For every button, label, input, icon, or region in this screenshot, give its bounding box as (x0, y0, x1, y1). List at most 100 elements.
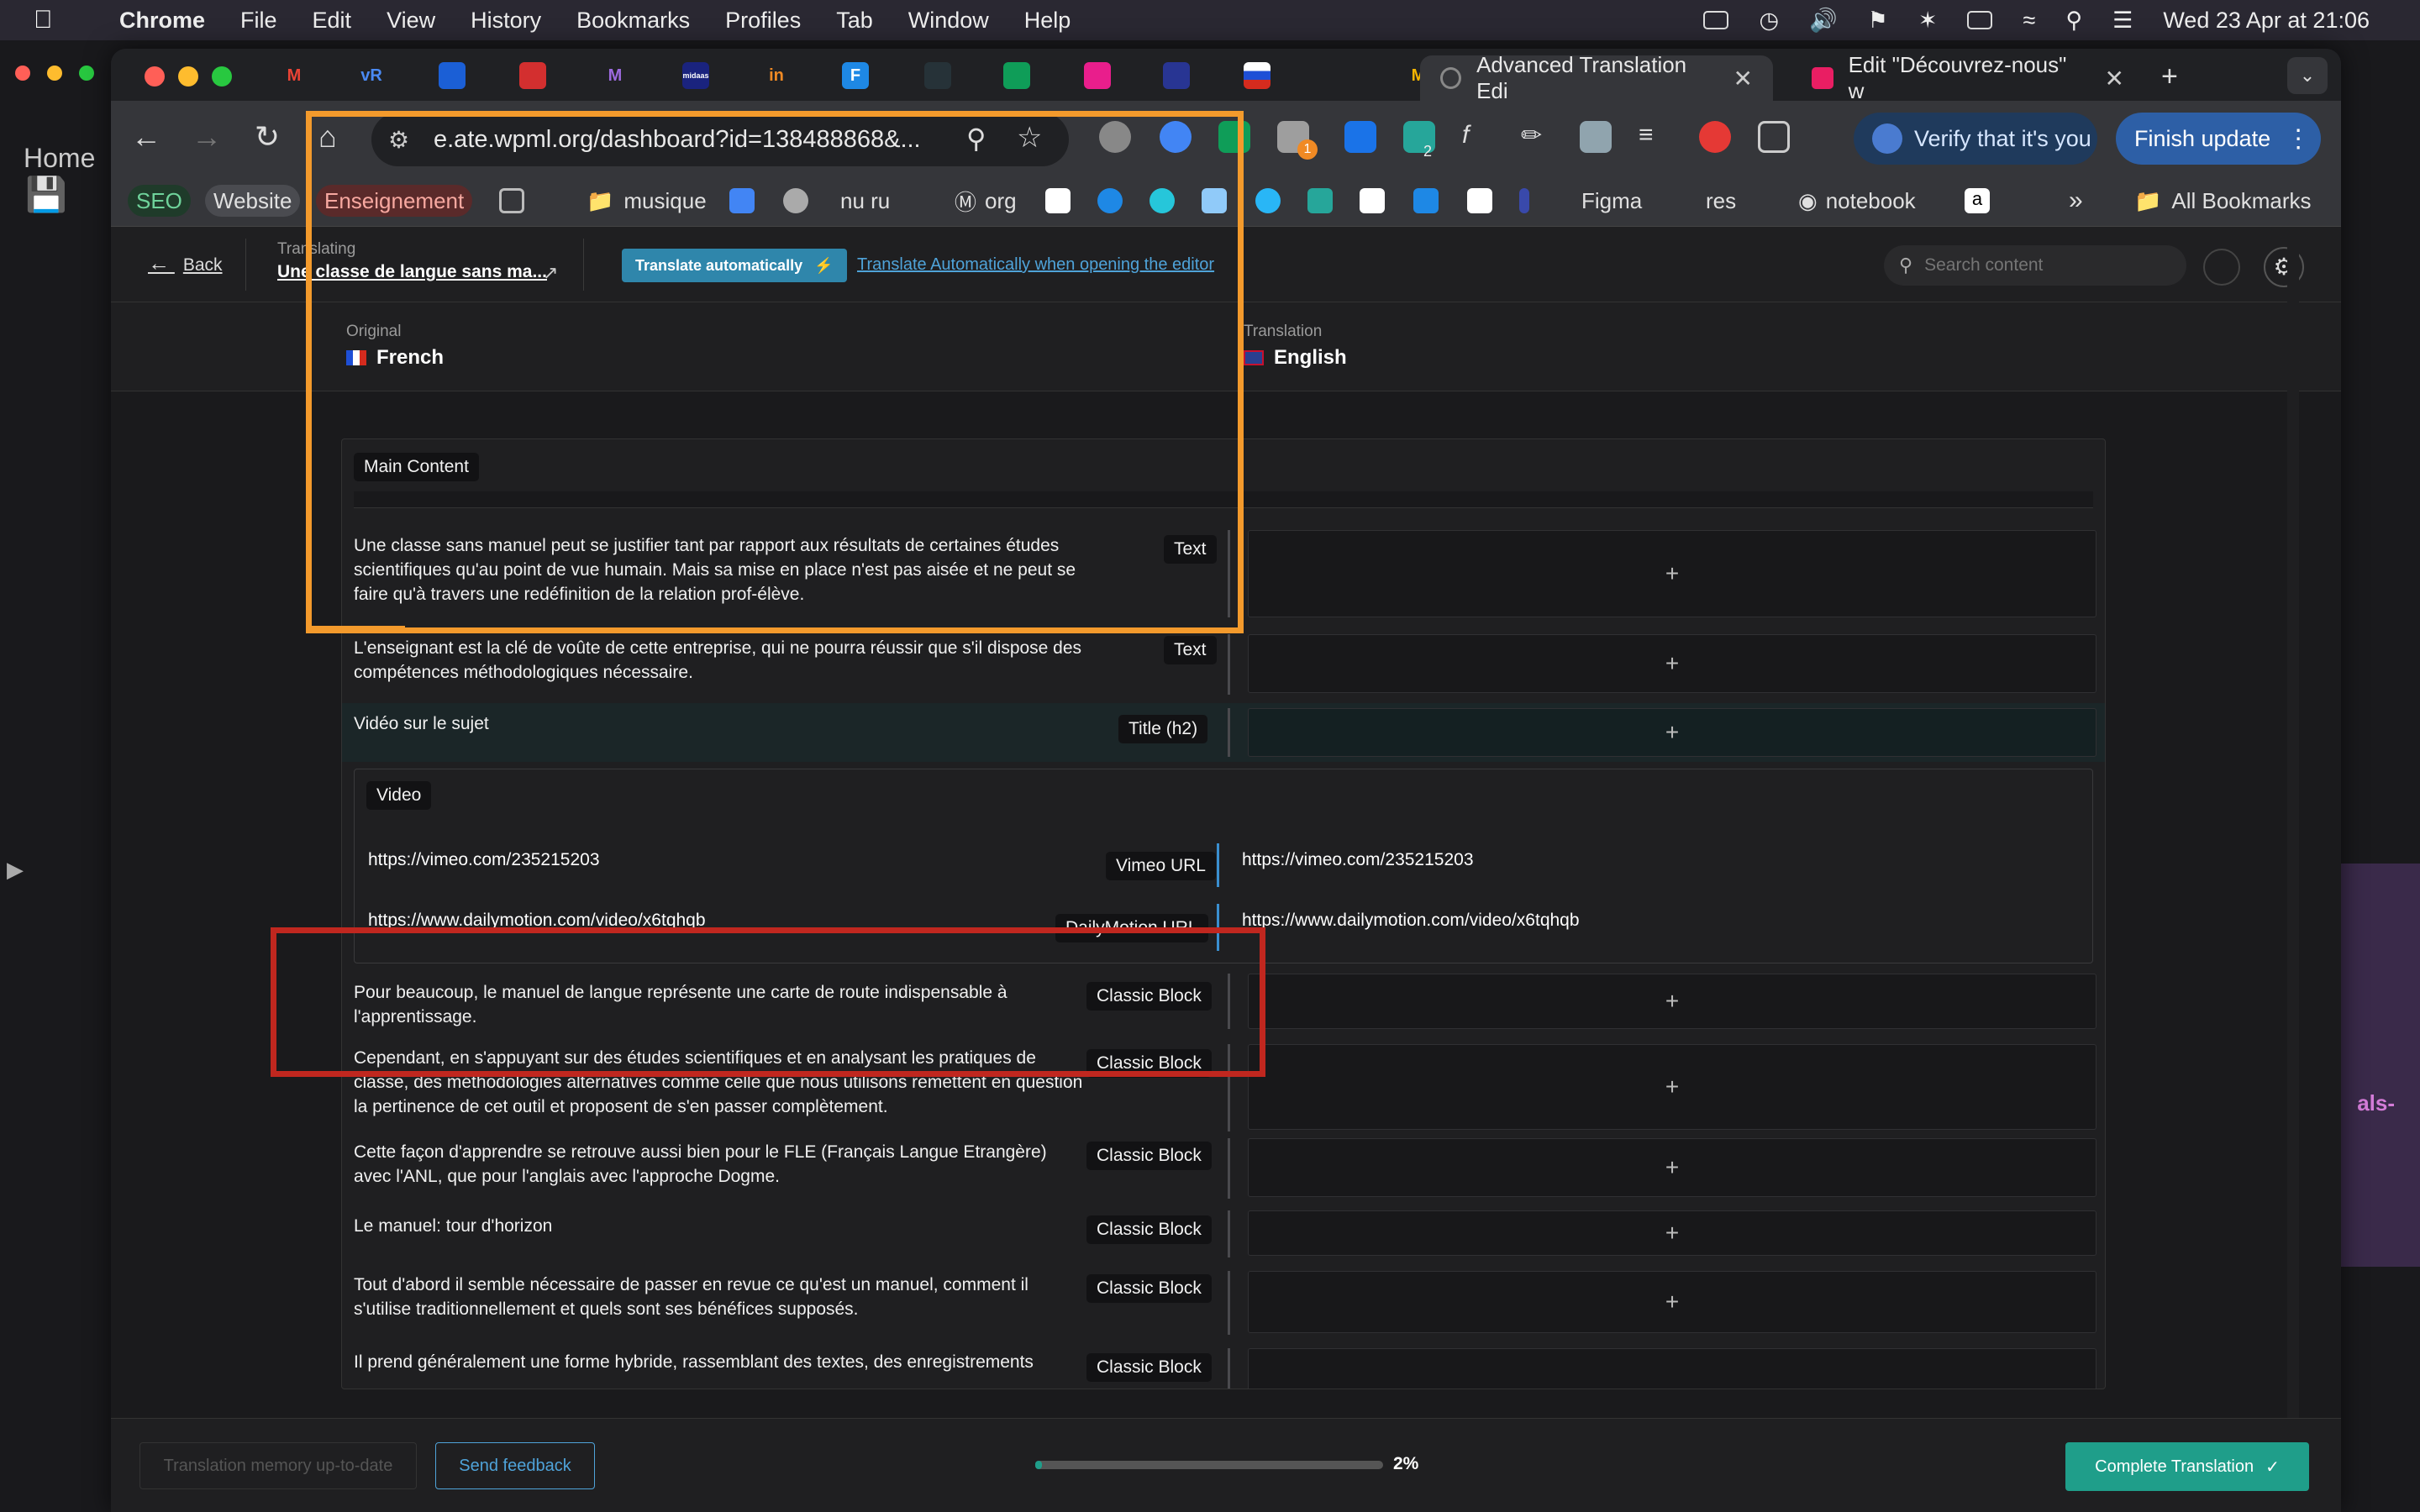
pinned-tab-sheets[interactable] (1003, 62, 1030, 89)
back-icon[interactable]: ← (128, 119, 165, 155)
source-text[interactable]: Il prend généralement une forme hybride,… (354, 1350, 1085, 1374)
menu-profiles[interactable]: Profiles (725, 8, 801, 34)
add-translation-icon[interactable]: + (1665, 650, 1679, 677)
screen-record-icon[interactable] (1703, 11, 1729, 29)
pinned-tab-swirl[interactable] (1324, 62, 1351, 89)
source-text[interactable]: Tout d'abord il semble nécessaire de pas… (354, 1273, 1085, 1321)
extension-image-icon[interactable] (1580, 121, 1612, 153)
pinned-tab-in[interactable]: in (763, 62, 790, 89)
spotlight-search-icon[interactable]: ⚲ (2065, 8, 2082, 34)
add-translation-icon[interactable]: + (1665, 560, 1679, 587)
translation-input[interactable]: + (1248, 634, 2096, 693)
more-bookmarks-icon[interactable]: » (2060, 185, 2091, 217)
translation-input[interactable]: + (1248, 1210, 2096, 1256)
pinned-tab-calendar[interactable] (1084, 62, 1111, 89)
add-translation-icon[interactable]: + (1665, 1220, 1679, 1247)
bookmark-ldf2-icon[interactable] (1467, 188, 1492, 213)
add-translation-icon[interactable]: + (1665, 1154, 1679, 1181)
status-indicator-icon[interactable] (2203, 249, 2240, 286)
add-translation-icon[interactable]: + (1665, 988, 1679, 1015)
scrollbar-track[interactable] (2287, 227, 2299, 1512)
translation-input[interactable]: + (1248, 1044, 2096, 1130)
menu-app-name[interactable]: Chrome (119, 8, 205, 34)
all-bookmarks-folder[interactable]: 📁 All Bookmarks (2126, 185, 2320, 217)
new-tab-button[interactable]: + (2161, 60, 2178, 93)
bookmark-house-icon[interactable] (1413, 188, 1439, 213)
tab-advanced-translation-editor[interactable]: Advanced Translation Edi ✕ (1420, 52, 1773, 103)
pinned-tab-red[interactable] (519, 62, 546, 89)
bluetooth-icon[interactable]: ✶ (1918, 8, 1938, 34)
extensions-puzzle-icon[interactable] (1758, 121, 1790, 153)
volume-icon[interactable]: 🔊 (1809, 7, 1838, 34)
bookmark-seo[interactable]: SEO (128, 185, 191, 217)
apple-icon[interactable]:  (34, 6, 59, 34)
source-text[interactable]: Vidéo sur le sujet (354, 711, 1085, 736)
add-translation-icon[interactable]: + (1665, 1289, 1679, 1315)
menu-history[interactable]: History (471, 8, 541, 34)
finish-update-button[interactable]: Finish update ⋮ (2116, 113, 2321, 165)
bookmark-l-icon[interactable] (1519, 188, 1529, 213)
menu-help[interactable]: Help (1024, 8, 1071, 34)
reload-icon[interactable]: ↻ (249, 119, 286, 155)
color-picker-icon[interactable]: ✏ (1521, 121, 1553, 153)
flag-icon[interactable]: ⚑ (1868, 8, 1888, 34)
extension-edit-icon[interactable] (1344, 121, 1376, 153)
pinned-tab-russian-flag[interactable] (1244, 62, 1270, 89)
menu-edit[interactable]: Edit (313, 8, 352, 34)
source-text[interactable]: https://vimeo.com/235215203 (368, 850, 600, 870)
pinned-tab-vr[interactable]: vR (358, 62, 385, 89)
source-text[interactable]: L'enseignant est la clé de voûte de cett… (354, 636, 1085, 685)
minimize-window-button[interactable] (178, 66, 198, 87)
close-tab-icon[interactable]: ✕ (1733, 65, 1753, 92)
translated-text[interactable]: https://www.dailymotion.com/video/x6tqhq… (1242, 911, 1580, 931)
bookmark-website[interactable]: Website (205, 185, 301, 217)
tab-edit-decouvrez-nous[interactable]: Edit "Découvrez-nous" w ✕ (1791, 52, 2144, 103)
zoom-window-button[interactable] (212, 66, 232, 87)
translated-text[interactable]: https://vimeo.com/235215203 (1242, 850, 1474, 870)
amazon-icon[interactable]: a (1965, 188, 1990, 213)
close-window-button[interactable] (145, 66, 165, 87)
control-center-icon[interactable]: ☰ (2112, 8, 2133, 34)
forward-icon[interactable]: → (188, 119, 225, 155)
translation-input[interactable]: + (1248, 1138, 2096, 1197)
pinned-tab-dropbox[interactable] (439, 62, 466, 89)
send-feedback-button[interactable]: Send feedback (435, 1442, 595, 1489)
pinned-tab-f[interactable]: F (842, 62, 869, 89)
menu-tab[interactable]: Tab (836, 8, 873, 34)
bookmark-p-icon[interactable] (1255, 188, 1281, 213)
back-link[interactable]: ← Back (148, 250, 223, 276)
add-translation-icon[interactable]: + (1665, 1074, 1679, 1100)
tab-search-button[interactable]: ⌄ (2287, 57, 2328, 94)
bookmark-chat-icon[interactable] (1307, 188, 1333, 213)
translation-input[interactable]: + (1248, 974, 2096, 1029)
search-content-field[interactable]: ⚲ (1884, 245, 2186, 286)
wifi-icon[interactable]: ≈ (2023, 8, 2035, 34)
close-tab-icon[interactable]: ✕ (2105, 65, 2124, 92)
pinned-tab-proton[interactable]: M (602, 62, 629, 89)
search-content-input[interactable] (1924, 255, 2152, 276)
complete-translation-button[interactable]: Complete Translation ✓ (2065, 1442, 2309, 1491)
source-text[interactable]: Le manuel: tour d'horizon (354, 1214, 1085, 1238)
bookmark-res[interactable]: res (1697, 185, 1744, 217)
translation-input[interactable]: + (1248, 530, 2096, 617)
bookmark-figma[interactable]: Figma (1573, 185, 1650, 217)
extension-function-icon[interactable]: f (1462, 121, 1494, 153)
bookmark-notebook[interactable]: ◉ notebook (1790, 185, 1924, 217)
pinned-tab-gmail[interactable]: M (281, 62, 308, 89)
menu-clock[interactable]: Wed 23 Apr at 21:06 (2163, 8, 2370, 34)
add-translation-icon[interactable]: + (1665, 719, 1679, 746)
translation-input[interactable] (1248, 1348, 2096, 1389)
menu-view[interactable]: View (387, 8, 435, 34)
more-options-icon[interactable]: ⋮ (2286, 124, 2311, 154)
background-expand-icon[interactable]: ▶ (7, 857, 24, 883)
translation-input[interactable]: + (1248, 708, 2096, 757)
extension-translate-icon[interactable]: ≡ (1639, 121, 1670, 153)
pinned-tab-midaas[interactable]: midaas (682, 62, 709, 89)
source-text[interactable]: Cette façon d'apprendre se retrouve auss… (354, 1140, 1085, 1189)
menu-window[interactable]: Window (908, 8, 989, 34)
menu-bookmarks[interactable]: Bookmarks (576, 8, 690, 34)
verify-identity-button[interactable]: Verify that it's you (1854, 113, 2097, 165)
menu-file[interactable]: File (240, 8, 277, 34)
battery-icon[interactable] (1967, 11, 1993, 29)
bookmark-oo-icon[interactable] (1360, 188, 1385, 213)
